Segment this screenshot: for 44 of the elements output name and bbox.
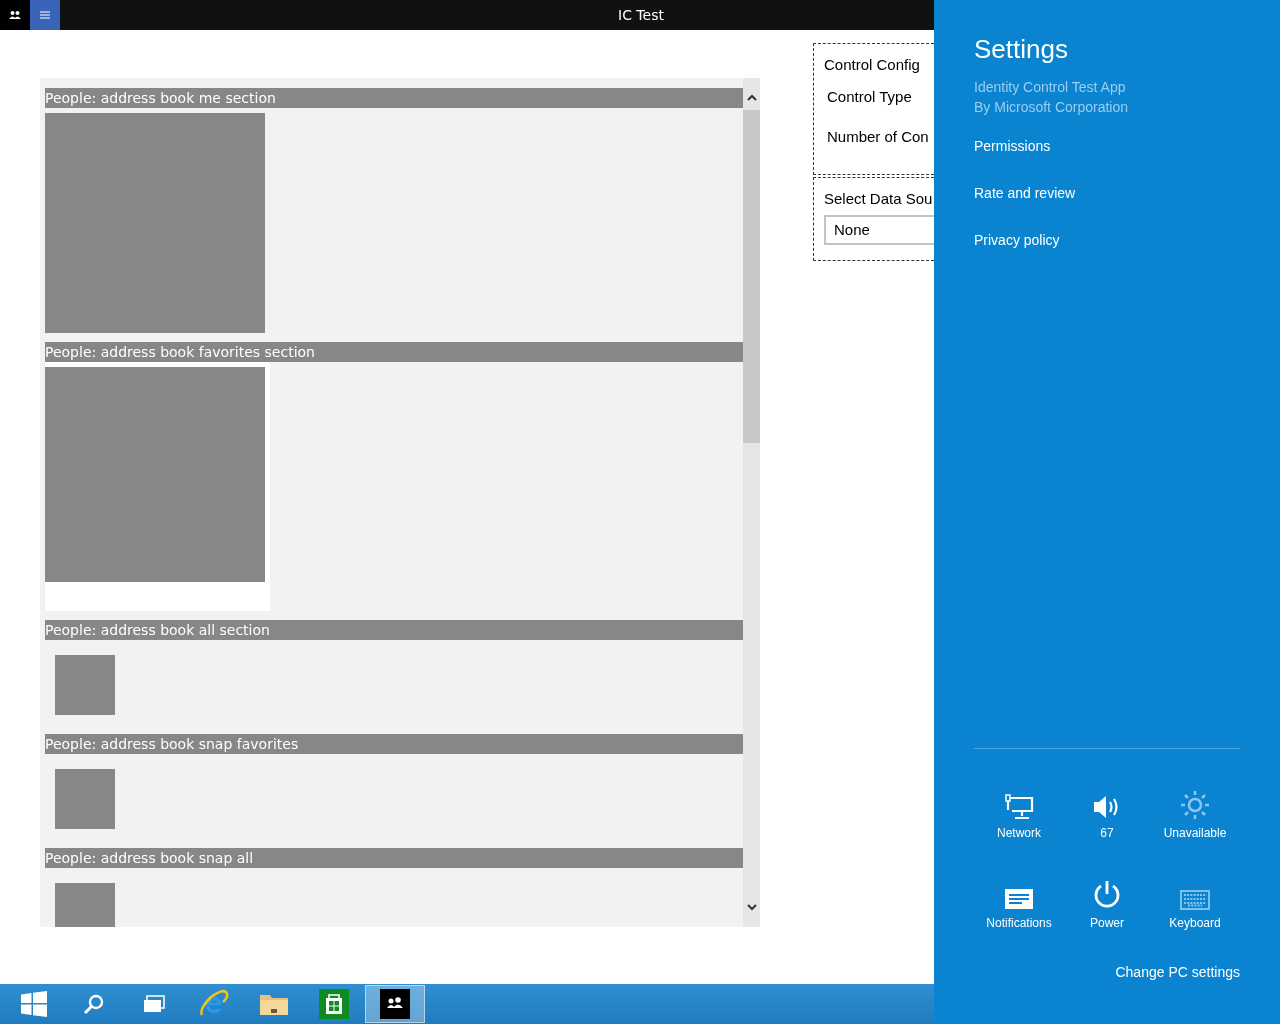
shopping-bag-icon bbox=[319, 989, 349, 1019]
section-header: People: address book all section bbox=[45, 620, 743, 640]
field-label: Control Type bbox=[827, 88, 913, 105]
section-header: People: address book me section bbox=[45, 88, 743, 108]
section-header: People: address book snap favorites bbox=[45, 734, 743, 754]
panel-heading: Control Config bbox=[824, 56, 921, 73]
people-taskbar-button[interactable] bbox=[365, 985, 425, 1023]
settings-link[interactable]: Privacy policy bbox=[974, 232, 1060, 248]
scroll-down-icon[interactable] bbox=[746, 904, 757, 911]
windows-stack-icon bbox=[143, 995, 165, 1013]
app-name: Identity Control Test App bbox=[974, 78, 1127, 97]
network-quick-button[interactable]: Network bbox=[975, 778, 1063, 840]
monitor-icon bbox=[1004, 794, 1034, 820]
charm-title: Settings bbox=[974, 34, 1069, 65]
contact-tile[interactable] bbox=[55, 769, 115, 829]
section-header: People: address book favorites section bbox=[45, 342, 743, 362]
contact-tile[interactable] bbox=[45, 367, 265, 582]
sun-icon bbox=[1180, 790, 1210, 820]
field-label: Number of Con bbox=[827, 128, 930, 145]
windows-icon bbox=[21, 991, 47, 1017]
section-header: People: address book snap all bbox=[45, 848, 743, 868]
people-button[interactable] bbox=[0, 0, 30, 30]
message-icon bbox=[1004, 888, 1034, 910]
scroll-up-icon[interactable] bbox=[746, 94, 757, 101]
settings-link[interactable]: Permissions bbox=[974, 138, 1051, 154]
settings-link[interactable]: Rate and review bbox=[974, 185, 1076, 201]
menu-icon bbox=[40, 11, 50, 19]
folder-icon bbox=[259, 992, 289, 1016]
change-pc-settings-link[interactable]: Change PC settings bbox=[1115, 964, 1240, 980]
volume-quick-button[interactable]: 67 bbox=[1063, 778, 1151, 840]
contact-tile[interactable] bbox=[55, 883, 115, 927]
scrollbar[interactable] bbox=[743, 78, 760, 927]
contact-tile[interactable] bbox=[45, 113, 265, 333]
contact-tile[interactable] bbox=[55, 655, 115, 715]
keyboard-icon bbox=[1180, 890, 1210, 910]
people-icon bbox=[380, 989, 410, 1019]
publisher: By Microsoft Corporation bbox=[974, 98, 1130, 117]
panel-heading: Select Data Sou bbox=[824, 190, 934, 207]
power-icon bbox=[1092, 880, 1122, 910]
search-icon bbox=[83, 993, 105, 1015]
window-title: IC Test bbox=[618, 7, 664, 23]
power-quick-button[interactable]: Power bbox=[1063, 868, 1151, 930]
notifications-quick-button[interactable]: Notifications bbox=[975, 868, 1063, 930]
people-icon bbox=[9, 10, 21, 20]
